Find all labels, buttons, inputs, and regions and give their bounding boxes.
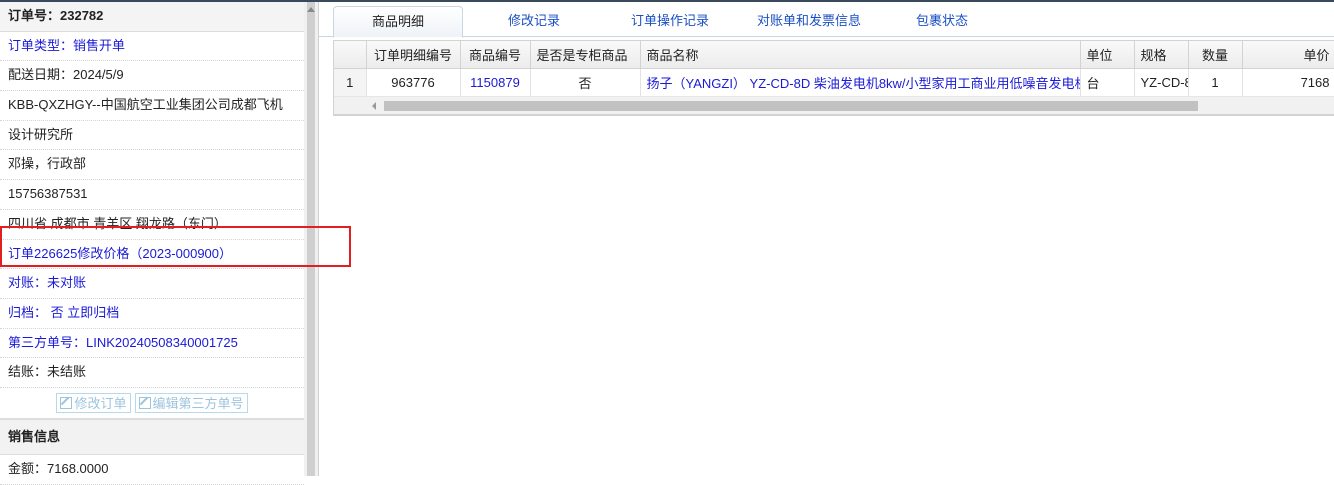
archive-now-link[interactable]: 立即归档 <box>67 305 119 320</box>
order-type[interactable]: 订单类型：销售开单 <box>0 32 304 62</box>
col-product-name[interactable]: 商品名称 <box>640 41 1081 69</box>
tab-statement-invoice[interactable]: 对账单和发票信息 <box>739 6 879 36</box>
contact-person: 邓操，行政部 <box>0 150 304 181</box>
cell-counter-product: 否 <box>530 68 641 97</box>
cell-spec: YZ-CD-8D <box>1134 68 1189 97</box>
archive-value: 否 <box>50 304 64 320</box>
col-unit-price[interactable]: 单价 <box>1242 41 1334 69</box>
order-info-panel: 订单号：232782 订单类型：销售开单 配送日期：2024/5/9 KBB-Q… <box>0 2 305 485</box>
archive-row: 归档： 否 立即归档 <box>0 299 304 329</box>
edit-icon <box>138 396 151 409</box>
archive-label: 归档： <box>8 304 48 320</box>
edit-icon <box>60 396 73 409</box>
panel-splitter[interactable] <box>304 2 318 476</box>
edit-order-button[interactable]: 修改订单 <box>56 392 131 413</box>
customer-name-line1: KBB-QXZHGY--中国航空工业集团公司成都飞机 <box>0 91 304 121</box>
product-grid: 订单明细编号 商品编号 是否是专柜商品 商品名称 单位 规格 数量 单价 1 9… <box>333 40 1334 116</box>
cell-unit-price: 7168 <box>1242 68 1334 97</box>
reconcile-status[interactable]: 对账：未对账 <box>0 269 304 299</box>
splitter-bar[interactable] <box>307 2 315 476</box>
edit-order-label: 修改订单 <box>74 396 127 412</box>
col-detail-id[interactable]: 订单明细编号 <box>366 41 461 69</box>
contact-phone: 15756387531 <box>0 180 304 210</box>
col-product-code[interactable]: 商品编号 <box>460 41 531 69</box>
horizontal-scrollbar[interactable] <box>334 97 1334 115</box>
cell-quantity: 1 <box>1188 68 1243 97</box>
order-number: 订单号：232782 <box>0 2 304 32</box>
detail-panel: 商品明细 修改记录 订单操作记录 对账单和发票信息 包裹状态 订单明细编号 商品… <box>318 2 1334 476</box>
scrollbar-thumb[interactable] <box>384 101 1198 111</box>
col-spec[interactable]: 规格 <box>1134 41 1189 69</box>
tab-package-status[interactable]: 包裹状态 <box>897 6 987 36</box>
edit-third-party-label: 编辑第三方单号 <box>152 396 244 412</box>
edit-third-party-button[interactable]: 编辑第三方单号 <box>134 392 248 413</box>
tab-change-log[interactable]: 修改记录 <box>475 6 593 36</box>
customer-name-line2: 设计研究所 <box>0 121 304 151</box>
col-counter-product[interactable]: 是否是专柜商品 <box>530 41 641 69</box>
cell-detail-id: 963776 <box>366 68 461 97</box>
table-row[interactable]: 1 963776 1150879 否 扬子（YANGZI） YZ-CD-8D 柴… <box>334 68 1334 97</box>
col-rownum <box>334 41 367 69</box>
cell-product-name-link[interactable]: 扬子（YANGZI） YZ-CD-8D 柴油发电机8kw/小型家用工商业用低噪音… <box>640 68 1081 97</box>
tab-operation-log[interactable]: 订单操作记录 <box>611 6 729 36</box>
third-party-number[interactable]: 第三方单号：LINK20240508340001725 <box>0 329 304 359</box>
delivery-address: 四川省 成都市 青羊区 翔龙路（东门） <box>0 210 304 240</box>
col-quantity[interactable]: 数量 <box>1188 41 1243 69</box>
scroll-left-arrow-icon[interactable] <box>372 102 376 110</box>
row-number: 1 <box>334 68 367 97</box>
tab-product-detail[interactable]: 商品明细 <box>333 6 463 38</box>
action-buttons: 修改订单 编辑第三方单号 <box>0 388 304 419</box>
delivery-date: 配送日期：2024/5/9 <box>0 61 304 92</box>
grid-header-row: 订单明细编号 商品编号 是否是专柜商品 商品名称 单位 规格 数量 单价 <box>334 41 1334 69</box>
collapse-arrow-icon[interactable] <box>307 7 315 12</box>
col-unit[interactable]: 单位 <box>1080 41 1135 69</box>
price-change-link[interactable]: 订单226625修改价格（2023-000900） <box>0 240 304 270</box>
cell-product-code-link[interactable]: 1150879 <box>460 68 531 97</box>
tab-bar: 商品明细 修改记录 订单操作记录 对账单和发票信息 包裹状态 <box>319 2 1334 38</box>
cell-unit: 台 <box>1080 68 1135 97</box>
sales-info-header: 销售信息 <box>0 418 304 455</box>
settlement-status: 结账：未结账 <box>0 358 304 388</box>
amount: 金额：7168.0000 <box>0 455 304 485</box>
